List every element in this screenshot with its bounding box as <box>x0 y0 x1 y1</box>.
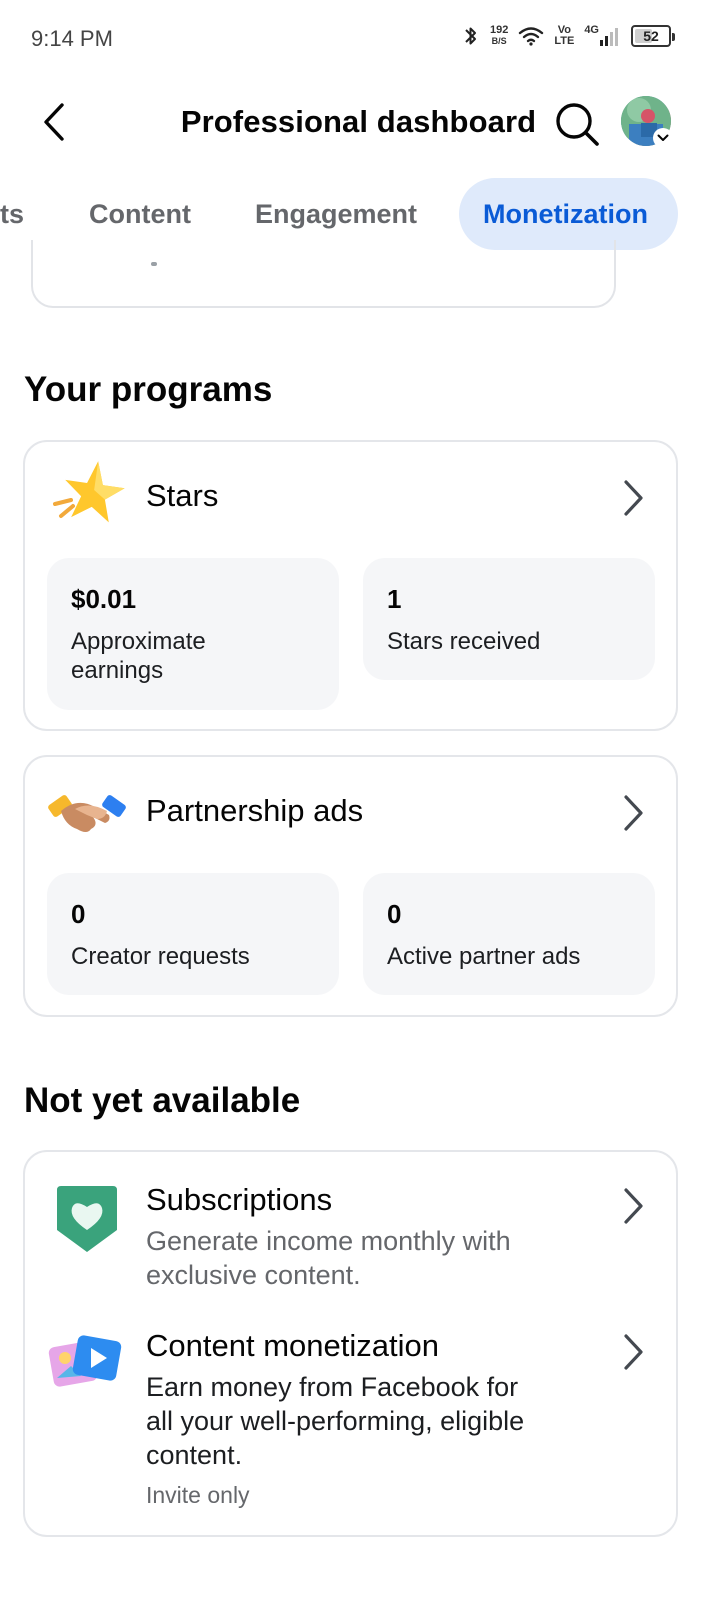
net-speed: 192 B/S <box>490 25 508 47</box>
wifi-icon <box>519 27 544 46</box>
volte-bottom: LTE <box>554 35 575 47</box>
status-bar: 9:14 PM 192 B/S Vo LTE 4G 52 <box>0 0 715 80</box>
battery-indicator: 52 <box>631 25 675 47</box>
net-speed-value: 192 <box>489 24 509 36</box>
status-time: 9:14 PM <box>31 26 113 51</box>
previous-card <box>31 240 616 308</box>
not-available-card: Subscriptions Generate income monthly wi… <box>23 1150 678 1537</box>
profile-switcher[interactable] <box>621 96 673 148</box>
stat-active-partner-ads[interactable]: 0 Active partner ads <box>363 873 655 995</box>
stat-label: Creator requests <box>71 943 250 970</box>
stat-label: Stars received <box>387 628 541 655</box>
stat-creator-requests[interactable]: 0 Creator requests <box>47 873 339 995</box>
status-icons: 192 B/S Vo LTE 4G 52 <box>462 24 675 48</box>
chevron-right-icon <box>624 1188 643 1224</box>
volte-indicator: Vo LTE <box>554 25 574 47</box>
stat-label: Approximate earnings <box>71 628 206 684</box>
stat-approximate-earnings[interactable]: $0.01 Approximate earnings <box>47 558 339 710</box>
network-type: 4G <box>584 24 599 36</box>
stars-title: Stars <box>146 478 219 513</box>
section-title-programs: Your programs <box>24 370 273 409</box>
chevron-right-icon <box>624 1334 643 1370</box>
star-icon <box>53 461 125 523</box>
tab-insights[interactable]: ts <box>0 178 24 250</box>
page-title: Professional dashboard <box>180 104 537 139</box>
stars-row[interactable]: Stars <box>25 442 676 552</box>
signal-icon <box>600 28 618 46</box>
bluetooth-icon <box>465 27 476 45</box>
stat-value: 0 <box>387 899 402 929</box>
chevron-down-icon <box>657 134 669 141</box>
search-icon <box>556 103 599 146</box>
clipped-text <box>151 262 157 266</box>
search-button[interactable] <box>551 98 603 150</box>
stars-card: Stars $0.01 Approximate earnings 1 Stars… <box>23 440 678 731</box>
invite-only-note: Invite only <box>146 1482 250 1508</box>
content-monetization-title: Content monetization <box>146 1328 439 1363</box>
stat-label: Active partner ads <box>387 943 581 970</box>
net-speed-unit: B/S <box>491 36 507 46</box>
partnership-ads-title: Partnership ads <box>146 793 364 828</box>
content-monetization-item[interactable]: Content monetization Earn money from Fac… <box>25 1312 676 1536</box>
chevron-right-icon <box>624 795 643 831</box>
stat-value: 1 <box>387 584 402 614</box>
heart-badge-icon <box>57 1186 117 1252</box>
subscriptions-description: Generate income monthly with exclusive c… <box>146 1226 511 1290</box>
section-title-not-available: Not yet available <box>24 1081 301 1120</box>
partnership-ads-card: Partnership ads 0 Creator requests 0 Act… <box>23 755 678 1017</box>
avatar-chevron <box>653 128 673 148</box>
header: Professional dashboard <box>0 82 715 162</box>
chevron-right-icon <box>624 480 643 516</box>
stat-stars-received[interactable]: 1 Stars received <box>363 558 655 680</box>
stat-value: $0.01 <box>71 584 137 614</box>
stat-value: 0 <box>71 899 86 929</box>
battery-level: 52 <box>643 28 659 44</box>
media-play-icon <box>48 1335 122 1387</box>
handshake-icon <box>48 795 126 832</box>
partnership-ads-row[interactable]: Partnership ads <box>25 757 676 867</box>
subscriptions-item[interactable]: Subscriptions Generate income monthly wi… <box>25 1152 676 1312</box>
content-monetization-description: Earn money from Facebook for all your we… <box>146 1372 525 1470</box>
subscriptions-title: Subscriptions <box>146 1182 333 1217</box>
